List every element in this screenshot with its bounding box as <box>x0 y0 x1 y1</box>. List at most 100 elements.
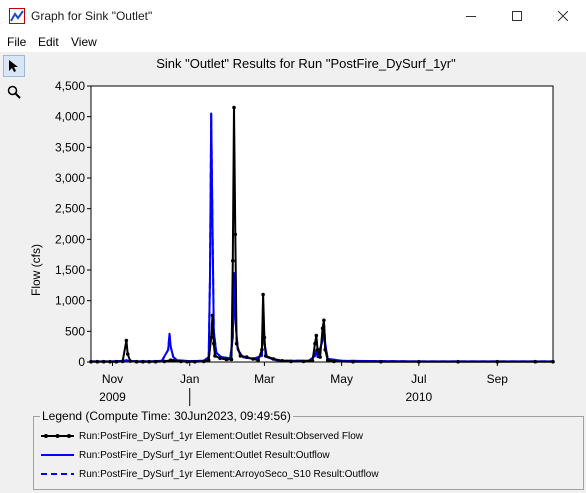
observed-point <box>314 333 319 338</box>
y-tick-label: 4,500 <box>55 79 85 93</box>
observed-point <box>256 358 260 363</box>
observed-point <box>495 359 500 364</box>
observed-point <box>185 359 189 364</box>
observed-point <box>351 359 355 364</box>
legend-label-arroyoseco: Run:PostFire_DySurf_1yr Element:ArroyoSe… <box>79 468 379 480</box>
year-label: 2009 <box>99 390 126 404</box>
legend-item-arroyoseco-outflow: Run:PostFire_DySurf_1yr Element:ArroyoSe… <box>40 467 379 481</box>
observed-point <box>212 341 216 346</box>
minimize-icon <box>466 16 476 17</box>
observed-point <box>213 354 217 358</box>
y-tick-label: 4,000 <box>55 110 85 124</box>
observed-point <box>315 347 320 352</box>
observed-point <box>263 354 268 358</box>
x-tick-label: Sep <box>487 372 509 386</box>
y-tick-label: 0 <box>78 355 85 369</box>
chart-title: Sink "Outlet" Results for Run "PostFire_… <box>156 56 456 71</box>
observed-point <box>218 356 222 361</box>
observed-point <box>114 359 119 364</box>
observed-point <box>209 335 213 340</box>
window-title: Graph for Sink "Outlet" <box>31 9 153 23</box>
legend-label-observed: Run:PostFire_DySurf_1yr Element:Outlet R… <box>79 430 363 442</box>
observed-point <box>234 341 239 346</box>
x-tick-label: Mar <box>254 372 275 386</box>
observed-point <box>262 335 267 340</box>
legend-item-observed-flow: Run:PostFire_DySurf_1yr Element:Outlet R… <box>40 429 363 443</box>
legend-item-outlet-outflow: Run:PostFire_DySurf_1yr Element:Outlet R… <box>40 448 330 462</box>
observed-point <box>171 359 176 363</box>
y-tick-label: 2,000 <box>55 232 85 246</box>
observed-point <box>332 359 336 364</box>
plot-area <box>90 85 554 363</box>
legend-swatch-arroyoseco <box>41 473 74 475</box>
menu-view[interactable]: View <box>71 35 97 49</box>
observed-point <box>125 352 130 356</box>
legend: Legend (Compute Time: 30Jun2023, 09:49:5… <box>33 409 584 490</box>
y-tick-label: 500 <box>65 324 85 338</box>
observed-point <box>193 359 197 364</box>
observed-point <box>229 357 234 362</box>
menu-edit[interactable]: Edit <box>38 35 59 49</box>
observed-point <box>233 232 238 237</box>
observed-point <box>162 359 167 364</box>
minimize-button[interactable] <box>448 0 494 32</box>
observed-point <box>260 347 264 352</box>
observed-point <box>322 318 326 323</box>
y-tick-label: 1,000 <box>55 294 85 308</box>
app-icon <box>9 8 25 24</box>
observed-point <box>124 338 129 343</box>
observed-point <box>320 326 325 331</box>
observed-point <box>231 259 235 263</box>
flow-chart[interactable]: Sink "Outlet" Results for Run "PostFire_… <box>0 52 586 414</box>
menu-file[interactable]: File <box>7 35 26 49</box>
observed-point <box>271 357 276 361</box>
observed-point <box>456 359 460 364</box>
y-axis-label: Flow (cfs) <box>29 244 43 296</box>
y-tick-label: 3,500 <box>55 140 85 154</box>
observed-point <box>89 359 93 364</box>
observed-point <box>147 359 151 364</box>
observed-point <box>551 359 555 364</box>
year-label: 2010 <box>405 390 432 404</box>
y-tick-label: 2,500 <box>55 202 85 216</box>
observed-point <box>134 359 139 364</box>
observed-point <box>325 358 330 363</box>
x-tick-label: May <box>330 372 353 386</box>
maximize-button[interactable] <box>494 0 540 32</box>
observed-point <box>128 359 132 363</box>
observed-point <box>206 358 211 363</box>
observed-point <box>210 313 215 318</box>
observed-point <box>179 359 183 364</box>
observed-point <box>232 105 236 110</box>
menu-bar: File Edit View <box>0 32 586 52</box>
observed-point <box>101 359 106 364</box>
observed-point <box>95 359 100 364</box>
observed-point <box>301 359 306 364</box>
observed-point <box>379 359 383 364</box>
maximize-icon <box>512 11 522 21</box>
observed-point <box>141 359 145 364</box>
observed-point <box>224 357 229 362</box>
y-tick-label: 3,000 <box>55 171 85 185</box>
observed-point <box>323 347 328 352</box>
title-bar: Graph for Sink "Outlet" <box>0 0 586 32</box>
observed-point <box>280 359 284 363</box>
close-button[interactable] <box>540 0 586 32</box>
observed-point <box>310 359 315 363</box>
y-tick-label: 1,500 <box>55 263 85 277</box>
observed-point <box>244 355 249 359</box>
observed-point <box>313 341 317 346</box>
observed-point <box>417 359 421 364</box>
x-tick-label: Jan <box>180 372 199 386</box>
observed-point <box>251 357 255 361</box>
x-tick-label: Nov <box>102 372 123 386</box>
legend-title: Legend (Compute Time: 30Jun2023, 09:49:5… <box>40 409 293 423</box>
observed-point <box>120 359 125 364</box>
legend-swatch-observed <box>41 434 74 438</box>
observed-point <box>238 354 243 358</box>
observed-point <box>153 359 158 364</box>
observed-point <box>261 292 265 297</box>
legend-swatch-outlet <box>41 454 74 456</box>
x-tick-label: Jul <box>411 372 426 386</box>
observed-point <box>201 359 206 364</box>
